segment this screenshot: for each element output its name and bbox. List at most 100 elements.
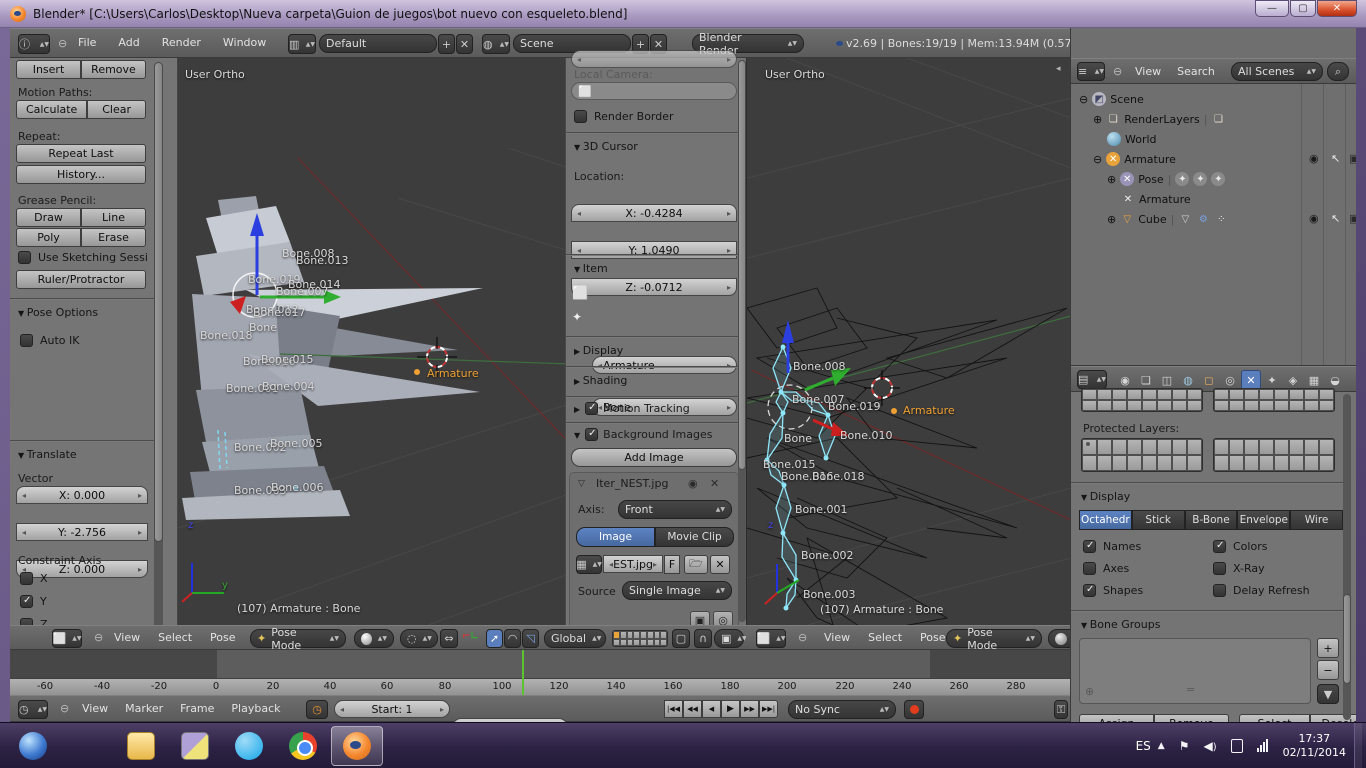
maximize-button[interactable]: ▢	[1290, 0, 1316, 17]
translate-y-slider[interactable]: Y: -2.756	[16, 523, 148, 541]
remove-keyframe-button[interactable]: Remove	[81, 60, 146, 79]
properties-tab[interactable]	[1304, 370, 1324, 390]
assign-button[interactable]: Assign	[1079, 714, 1154, 722]
playback-button[interactable]	[759, 700, 778, 718]
motion-tracking-header[interactable]	[574, 402, 580, 415]
close-layout-icon[interactable]: ✕	[456, 34, 473, 54]
menu-item[interactable]: Select	[868, 631, 902, 644]
properties-tab[interactable]	[1283, 370, 1303, 390]
lock-icon[interactable]: ▢	[672, 629, 690, 648]
cursor-icon[interactable]: ↖	[1331, 212, 1340, 225]
record-button[interactable]	[904, 700, 924, 719]
layers-grid[interactable]	[1081, 388, 1203, 412]
taskbar-app-button[interactable]	[223, 726, 275, 766]
collapse-icon[interactable]: ⊖	[60, 702, 69, 715]
armature-object-label[interactable]: Armature	[427, 367, 479, 380]
bone-label[interactable]: Bone.019	[828, 400, 881, 413]
layers-grid-a[interactable]	[612, 630, 668, 647]
close-button[interactable]: ✕	[1317, 0, 1357, 17]
editor-type-properties-icon[interactable]: ▤▲▼	[1077, 370, 1107, 389]
outliner-filter-select[interactable]: All Scenes▲▼	[1231, 62, 1323, 81]
properties-tab[interactable]	[1178, 370, 1198, 390]
playback-button[interactable]	[721, 700, 740, 718]
timeline-track[interactable]	[10, 650, 1070, 678]
add-icon[interactable]: ⊕	[1085, 685, 1094, 698]
orientation-select[interactable]: Global▲▼	[544, 629, 606, 648]
source-select[interactable]: Single Image▲▼	[622, 581, 732, 600]
mode-select[interactable]: ✦Pose Mode▲▼	[946, 629, 1042, 648]
display-mode-toggle[interactable]: Octahedr	[1079, 510, 1132, 530]
eye-icon[interactable]: ◉	[1309, 212, 1319, 225]
bone-label[interactable]: Bone.002	[801, 549, 854, 562]
pose-options-header[interactable]: Pose Options	[18, 306, 98, 319]
properties-tab[interactable]	[1325, 370, 1345, 390]
gp-line-button[interactable]: Line	[81, 208, 146, 227]
properties-tab[interactable]	[1115, 370, 1135, 390]
image-toggle[interactable]: Image	[576, 527, 655, 547]
bone-label[interactable]: Bone.018	[812, 470, 865, 483]
toolshelf-scrollbar[interactable]	[154, 62, 163, 646]
menu-item[interactable]: View	[1135, 65, 1161, 78]
bone-label[interactable]: Bone.015	[261, 353, 314, 366]
cursor-z-slider[interactable]: Z: -0.0712	[571, 278, 737, 296]
mode-select[interactable]: ✦Pose Mode▲▼	[250, 629, 346, 648]
armature-object-label[interactable]: Armature	[903, 404, 955, 417]
minimize-button[interactable]: —	[1255, 0, 1289, 17]
shading-panel-header[interactable]: Shading	[574, 374, 627, 387]
bone-label[interactable]: Bone.008	[793, 360, 846, 373]
object-name-field[interactable]: Armature	[592, 356, 737, 374]
outliner-row-armature-data[interactable]: ✕ Armature	[1121, 190, 1191, 208]
cursor-y-slider[interactable]: Y: 1.0490	[571, 241, 737, 259]
outliner-row-world[interactable]: World	[1107, 130, 1157, 148]
group-specials-button[interactable]: ▼	[1317, 684, 1339, 704]
bone-label[interactable]: Bone.018	[200, 329, 253, 342]
preview-range-clock-icon[interactable]: ◷	[306, 700, 328, 719]
screen-layout-icon[interactable]: ▥▲▼	[288, 34, 316, 54]
insert-keyframe-button[interactable]: Insert	[16, 60, 81, 79]
movie-clip-toggle[interactable]: Movie Clip	[655, 527, 734, 547]
outliner-row-pose[interactable]: ⊕ ✕ Pose | ✦ ✦ ✦	[1107, 170, 1225, 188]
menu-item[interactable]: Pose	[920, 631, 945, 644]
gp-poly-button[interactable]: Poly	[16, 228, 81, 247]
auto-ik-checkbox[interactable]: Auto IK	[20, 334, 80, 347]
translate-header[interactable]: Translate	[18, 448, 77, 461]
layers-grid[interactable]	[1213, 388, 1335, 412]
properties-tab[interactable]	[1199, 370, 1219, 390]
constraint-x-checkbox[interactable]: X	[20, 572, 48, 585]
remove-button[interactable]: Remove	[1154, 714, 1229, 722]
bone-label[interactable]: Bone.013	[296, 254, 349, 267]
editor-type-info-icon[interactable]: ⓘ▲▼	[18, 34, 50, 54]
open-file-icon[interactable]: 🗁	[684, 555, 708, 574]
bone-label[interactable]: Bone.006	[271, 481, 324, 494]
npanel-toggle-icon[interactable]: ◂	[1056, 64, 1061, 74]
gp-draw-button[interactable]: Draw	[16, 208, 81, 227]
history-button[interactable]: History...	[16, 165, 146, 184]
properties-tab[interactable]	[1157, 370, 1177, 390]
bone-label[interactable]: Bone	[784, 432, 812, 445]
collapse-icon[interactable]: ⊖	[94, 631, 103, 644]
use-sketching-checkbox[interactable]: Use Sketching Sessi	[18, 251, 148, 264]
collapse-minus-icon[interactable]: ⊖	[1093, 153, 1102, 166]
tray-expand-icon[interactable]: ▲	[1158, 741, 1165, 751]
volume-icon[interactable]: ◀)	[1203, 739, 1216, 753]
bone-label[interactable]: Bone.010	[840, 429, 893, 442]
add-group-button[interactable]: +	[1317, 638, 1339, 658]
display-mode-toggle[interactable]: Wire	[1290, 510, 1343, 530]
camera-restrict-icon[interactable]: ▣	[1349, 212, 1356, 225]
collapse-icon[interactable]: ⊖	[798, 631, 807, 644]
show-desktop-button[interactable]	[1354, 723, 1362, 768]
start-frame-field[interactable]: Start: 1	[334, 700, 450, 718]
properties-scrollbar[interactable]	[1343, 394, 1351, 720]
expand-plus-icon[interactable]: ⊕	[1107, 213, 1116, 226]
expand-plus-icon[interactable]: ⊕	[1107, 173, 1116, 186]
screen-layout-field[interactable]: Default	[319, 34, 437, 53]
snap-element-select[interactable]: ▣▲▼	[714, 629, 744, 648]
properties-tab[interactable]	[1220, 370, 1240, 390]
playback-button[interactable]	[740, 700, 759, 718]
collapse-minus-icon[interactable]: ⊖	[1079, 93, 1088, 106]
taskbar-app-button[interactable]	[331, 726, 383, 766]
taskbar-app-button[interactable]	[277, 726, 329, 766]
translate-x-slider[interactable]: X: 0.000	[16, 486, 148, 504]
timeline-ruler[interactable]: -60-40-200204060801001201401601802002202…	[10, 678, 1070, 695]
playback-button[interactable]	[683, 700, 702, 718]
